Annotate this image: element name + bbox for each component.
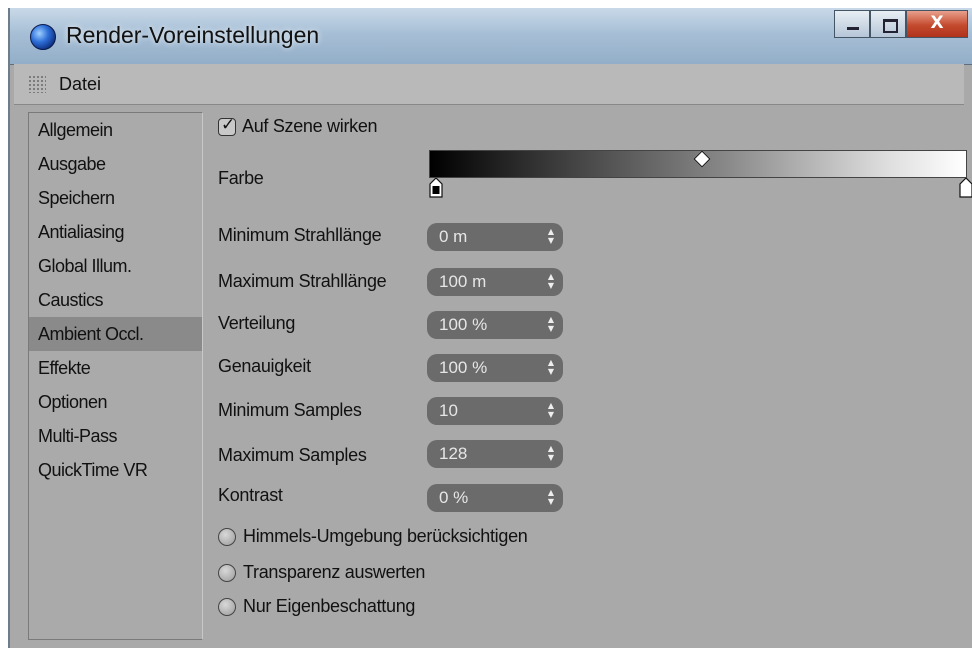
min-ray-length-label: Minimum Strahllänge — [218, 225, 382, 245]
sidebar-item-global-illum[interactable]: Global Illum. — [29, 249, 202, 283]
window-title: Render-Voreinstellungen — [66, 22, 320, 48]
apply-to-scene-checkbox[interactable]: ✓ — [218, 114, 236, 136]
sidebar-item-optionen[interactable]: Optionen — [29, 385, 202, 419]
evaluate-transparency-toggle[interactable] — [218, 563, 236, 582]
sidebar-item-antialiasing[interactable]: Antialiasing — [29, 215, 202, 249]
distribution-value: 100 % — [439, 315, 488, 334]
spin-arrows-icon[interactable]: ▲ ▼ — [547, 315, 555, 333]
max-ray-length-field[interactable]: 100 m ▲ ▼ — [427, 268, 563, 296]
distribution-field[interactable]: 100 % ▲ ▼ — [427, 311, 563, 339]
sidebar-item-effekte[interactable]: Effekte — [29, 351, 202, 385]
accuracy-label: Genauigkeit — [218, 356, 311, 376]
min-samples-field[interactable]: 10 ▲ ▼ — [427, 397, 563, 425]
max-samples-label: Maximum Samples — [218, 445, 367, 465]
contrast-field[interactable]: 0 % ▲ ▼ — [427, 484, 563, 512]
maximize-icon — [883, 19, 898, 33]
min-samples-value: 10 — [439, 401, 458, 420]
max-ray-length-value: 100 m — [439, 272, 487, 291]
apply-to-scene-label: Auf Szene wirken — [242, 116, 378, 136]
sidebar-item-ambient-occl[interactable]: Ambient Occl. — [29, 317, 202, 351]
self-shadowing-only-label: Nur Eigenbeschattung — [243, 596, 416, 616]
min-ray-length-value: 0 m — [439, 227, 468, 246]
spin-arrows-icon[interactable]: ▲ ▼ — [547, 488, 555, 506]
contrast-value: 0 % — [439, 488, 469, 507]
sky-environment-toggle[interactable] — [218, 527, 236, 546]
max-ray-length-label: Maximum Strahllänge — [218, 271, 387, 291]
close-button[interactable]: X — [906, 10, 968, 38]
self-shadowing-only-toggle[interactable] — [218, 597, 236, 616]
sky-environment-option[interactable]: Himmels-Umgebung berücksichtigen — [218, 526, 528, 547]
spin-arrows-icon[interactable]: ▲ ▼ — [547, 227, 555, 245]
ambient-occlusion-panel: ✓ Auf Szene wirken Farbe Minimum Strahll… — [208, 112, 972, 640]
max-samples-value: 128 — [439, 444, 468, 463]
menu-datei[interactable]: Datei — [59, 74, 101, 95]
spin-arrows-icon[interactable]: ▲ ▼ — [547, 401, 555, 419]
sidebar-item-quicktime-vr[interactable]: QuickTime VR — [29, 453, 202, 487]
close-icon: X — [930, 13, 944, 33]
color-label: Farbe — [218, 168, 264, 188]
window-controls: X — [834, 10, 968, 42]
min-ray-length-field[interactable]: 0 m ▲ ▼ — [427, 223, 563, 251]
apply-to-scene-row[interactable]: ✓ Auf Szene wirken — [218, 114, 378, 137]
drag-grip-icon[interactable] — [28, 75, 46, 93]
distribution-label: Verteilung — [218, 313, 296, 333]
minimize-icon — [847, 27, 859, 30]
sky-environment-label: Himmels-Umgebung berücksichtigen — [243, 526, 528, 546]
max-samples-field[interactable]: 128 ▲ ▼ — [427, 440, 563, 468]
spin-arrows-icon[interactable]: ▲ ▼ — [547, 272, 555, 290]
cinema4d-app-icon — [30, 24, 56, 50]
minimize-button[interactable] — [834, 10, 870, 38]
self-shadowing-only-option[interactable]: Nur Eigenbeschattung — [218, 596, 415, 617]
min-samples-label: Minimum Samples — [218, 400, 362, 420]
accuracy-field[interactable]: 100 % ▲ ▼ — [427, 354, 563, 382]
sidebar-item-caustics[interactable]: Caustics — [29, 283, 202, 317]
spin-arrows-icon[interactable]: ▲ ▼ — [547, 444, 555, 462]
gradient-knot-white[interactable] — [959, 178, 972, 198]
sidebar-item-allgemein[interactable]: Allgemein — [29, 113, 202, 147]
evaluate-transparency-option[interactable]: Transparenz auswerten — [218, 562, 425, 583]
sidebar-item-multi-pass[interactable]: Multi-Pass — [29, 419, 202, 453]
checkmark-icon: ✓ — [221, 114, 236, 134]
contrast-label: Kontrast — [218, 485, 283, 505]
accuracy-value: 100 % — [439, 358, 488, 377]
menu-bar: Datei — [14, 64, 964, 105]
evaluate-transparency-label: Transparenz auswerten — [243, 562, 426, 582]
gradient-knot-black[interactable] — [429, 178, 443, 198]
sidebar-item-speichern[interactable]: Speichern — [29, 181, 202, 215]
maximize-button[interactable] — [870, 10, 906, 38]
title-bar[interactable]: Render-Voreinstellungen X — [10, 8, 972, 65]
spin-arrows-icon[interactable]: ▲ ▼ — [547, 358, 555, 376]
settings-category-list: Allgemein Ausgabe Speichern Antialiasing… — [28, 112, 203, 640]
sidebar-item-ausgabe[interactable]: Ausgabe — [29, 147, 202, 181]
